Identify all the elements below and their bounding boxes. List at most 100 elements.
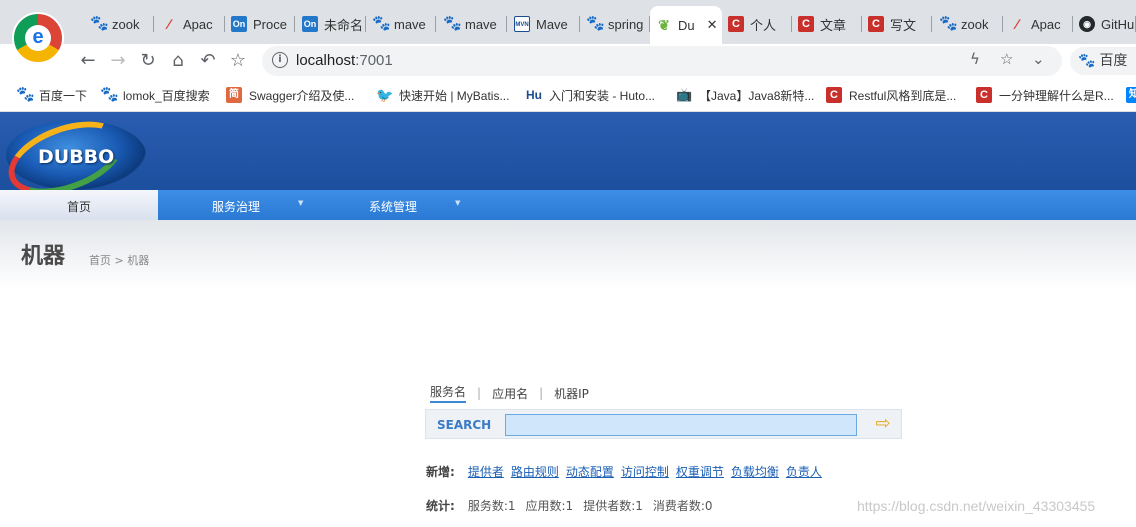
arrow-right-icon[interactable]: ⇨ — [872, 415, 894, 433]
browser-tab-active[interactable]: ❦ Du ✕ — [650, 6, 722, 44]
bilibili-icon: 📺 — [676, 87, 693, 102]
browser-tab[interactable]: C 个人 — [722, 8, 792, 40]
search-input[interactable] — [505, 414, 857, 436]
csdn-icon: C — [976, 87, 992, 103]
browser-tab[interactable]: On 未命名 — [296, 8, 366, 40]
app-header: DUBBO — [0, 107, 1136, 209]
baidu-paw-icon: 🐾 — [100, 86, 119, 103]
browser-tab[interactable]: C 写文 — [862, 8, 932, 40]
browser-tab[interactable]: MVN Mave — [508, 8, 580, 40]
caret-down-icon[interactable]: ▼ — [298, 199, 303, 207]
bookmarks-bar: 🐾 百度一下 🐾 lomok_百度搜索 简 Swagger介绍及使... 🐦 快… — [0, 77, 1136, 112]
add-owner-link[interactable]: 负责人 — [786, 463, 822, 480]
baidu-paw-icon: 🐾 — [16, 86, 35, 103]
add-access-control-link[interactable]: 访问控制 — [621, 463, 669, 480]
breadcrumb: 首页 > 机器 — [89, 254, 150, 267]
back-arrow-icon[interactable]: ← — [75, 48, 101, 74]
bookmark-item[interactable]: 🐦 快速开始 | MyBatis... — [376, 86, 509, 104]
spring-leaf-icon: ❦ — [658, 17, 670, 33]
browser-tab[interactable]: On Proce — [225, 8, 295, 40]
chevron-down-icon[interactable]: ⌄ — [1032, 50, 1045, 68]
stats-row: 统计: 服务数:1 应用数:1 提供者数:1 消费者数:0 — [426, 497, 723, 514]
reload-icon[interactable]: ↻ — [135, 48, 161, 74]
baidu-paw-icon: 🐾 — [90, 15, 109, 32]
tab-title: mave — [465, 16, 497, 32]
bird-icon: 🐦 — [376, 87, 394, 103]
baidu-paw-icon: 🐾 — [586, 15, 605, 32]
hutool-icon: Hu — [526, 88, 542, 102]
tab-title: zook — [961, 16, 989, 32]
csdn-icon: C — [868, 16, 884, 32]
tab-title: 未命名 — [324, 17, 364, 33]
search-engine-button[interactable]: 🐾 百度 — [1070, 47, 1136, 75]
tab-service-name[interactable]: 服务名 — [430, 383, 467, 403]
dubbo-logo[interactable]: DUBBO — [0, 107, 148, 209]
baidu-paw-icon: 🐾 — [372, 15, 391, 32]
tab-title: spring — [608, 16, 644, 32]
tab-title: 写文 — [890, 17, 917, 33]
nav-home[interactable]: 首页 — [0, 190, 158, 220]
browser-tab[interactable]: ∕ Apac — [155, 8, 225, 40]
forward-arrow-icon[interactable]: → — [105, 48, 131, 74]
browser-tab[interactable]: 🐾 mave — [366, 8, 436, 40]
bookmark-item[interactable]: Hu 入门和安装 - Huto... — [526, 86, 655, 104]
bookmark-item[interactable]: 知 — [1126, 86, 1136, 104]
baidu-paw-icon: 🐾 — [1078, 53, 1096, 69]
watermark: https://blog.csdn.net/weixin_43303455 — [857, 498, 1096, 514]
tab-application-name[interactable]: 应用名 — [492, 385, 528, 402]
jian-icon: 简 — [226, 87, 242, 103]
browser-tab[interactable]: ◉ GitHu — [1073, 8, 1136, 40]
bookmark-item[interactable]: 🐾 百度一下 — [16, 86, 87, 104]
lightning-icon[interactable]: ϟ — [970, 50, 980, 68]
star-icon[interactable]: ☆ — [1000, 50, 1013, 68]
browser-tab[interactable]: 🐾 zook — [933, 8, 1003, 40]
bookmark-item[interactable]: 📺 【Java】Java8新特... — [676, 86, 814, 104]
url-text[interactable]: localhost:7001 — [296, 52, 393, 69]
add-weight-link[interactable]: 权重调节 — [676, 463, 724, 480]
tab-title: GitHu — [1101, 16, 1135, 32]
github-icon: ◉ — [1079, 16, 1095, 32]
add-provider-link[interactable]: 提供者 — [468, 463, 504, 480]
add-load-balance-link[interactable]: 负载均衡 — [731, 463, 779, 480]
bookmark-star-icon[interactable]: ☆ — [225, 48, 251, 74]
tab-title: Apac — [1031, 16, 1061, 32]
tab-title: 个人 — [750, 17, 777, 33]
nav-service-governance[interactable]: 服务治理 — [212, 190, 260, 220]
tab-machine-ip[interactable]: 机器IP — [554, 385, 589, 402]
info-icon[interactable]: i — [272, 52, 288, 68]
stats-label: 统计: — [426, 499, 455, 513]
home-icon[interactable]: ⌂ — [165, 48, 191, 74]
bookmark-item[interactable]: C Restful风格到底是... — [826, 86, 956, 104]
bookmark-item[interactable]: 简 Swagger介绍及使... — [226, 86, 354, 104]
browser-tab[interactable]: C 文章 — [792, 8, 862, 40]
address-bar[interactable]: i localhost:7001 ϟ ☆ ⌄ — [262, 46, 1062, 76]
apache-feather-icon: ∕ — [167, 16, 171, 32]
tab-title: Du — [678, 17, 695, 33]
caret-down-icon[interactable]: ▼ — [455, 199, 460, 207]
zhihu-icon: 知 — [1126, 87, 1136, 103]
tab-title: Proce — [253, 16, 287, 32]
on-icon: On — [231, 16, 247, 32]
close-icon[interactable]: ✕ — [707, 17, 718, 33]
main-nav: 首页 服务治理 ▼ 系统管理 ▼ — [0, 190, 1136, 220]
divider: | — [539, 386, 544, 400]
add-route-link[interactable]: 路由规则 — [511, 463, 559, 480]
baidu-paw-icon: 🐾 — [443, 15, 462, 32]
search-label: SEARCH — [437, 418, 492, 432]
browser-tab[interactable]: 🐾 mave — [437, 8, 507, 40]
undo-icon[interactable]: ↶ — [195, 48, 221, 74]
search-type-tabs: 服务名 | 应用名 | 机器IP — [430, 383, 589, 403]
browser-tab[interactable]: ∕ Apac — [1003, 8, 1073, 40]
tab-title: Apac — [183, 16, 213, 32]
browser-tab[interactable]: 🐾 zook — [84, 8, 154, 40]
divider: | — [477, 386, 482, 400]
add-dynamic-config-link[interactable]: 动态配置 — [566, 463, 614, 480]
bookmark-item[interactable]: 🐾 lomok_百度搜索 — [100, 86, 210, 104]
nav-system-management[interactable]: 系统管理 — [369, 190, 417, 220]
csdn-icon: C — [798, 16, 814, 32]
tab-title: mave — [394, 16, 426, 32]
bookmark-item[interactable]: C 一分钟理解什么是R... — [976, 86, 1114, 104]
browser-tab[interactable]: 🐾 spring — [580, 8, 650, 40]
csdn-icon: C — [826, 87, 842, 103]
browser-toolbar: ← → ↻ ⌂ ↶ ☆ i localhost:7001 ϟ ☆ ⌄ 🐾 百度 — [0, 44, 1136, 77]
